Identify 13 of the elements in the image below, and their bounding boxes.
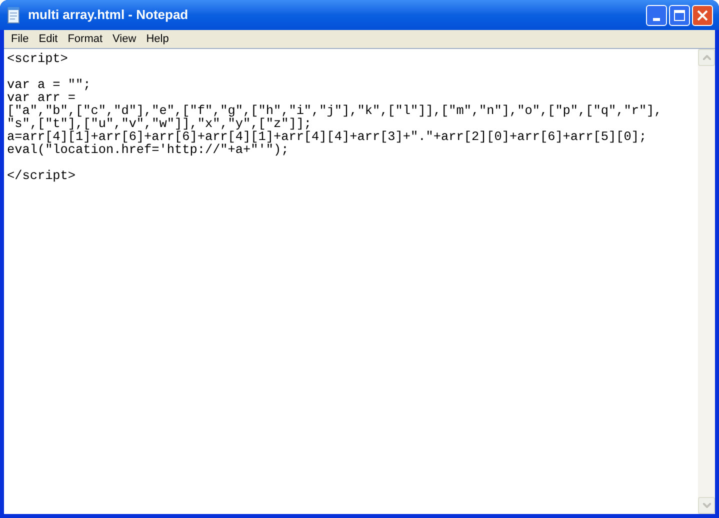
close-button[interactable]: [692, 4, 713, 26]
maximize-button[interactable]: [669, 4, 690, 26]
menu-item[interactable]: File: [6, 30, 34, 48]
menu-item[interactable]: Help: [141, 30, 174, 48]
minimize-icon: [653, 18, 660, 20]
maximize-icon: [674, 10, 685, 20]
close-icon: [697, 10, 708, 20]
menu-item[interactable]: Edit: [34, 30, 63, 48]
window-title: multi array.html - Notepad: [28, 6, 190, 24]
menu-item[interactable]: Format: [62, 30, 108, 48]
notepad-icon: [6, 6, 22, 24]
menu-item[interactable]: View: [108, 30, 142, 48]
minimize-button[interactable]: [646, 4, 667, 26]
